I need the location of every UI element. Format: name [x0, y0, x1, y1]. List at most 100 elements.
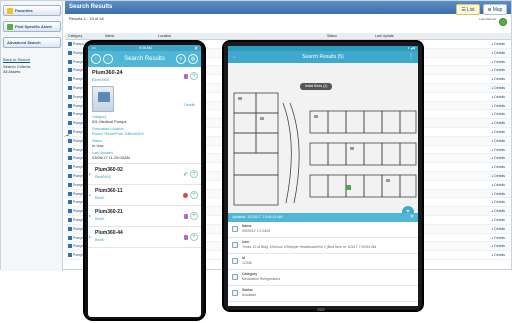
- row-category[interactable]: Pumps: [68, 68, 84, 72]
- list-item[interactable]: ▸ Plum360-11 Bed0 +: [88, 185, 201, 206]
- row-details-link[interactable]: Details: [491, 200, 505, 204]
- row-category[interactable]: Pumps: [68, 165, 84, 169]
- expand-icon: ▸: [89, 171, 92, 176]
- field-value-location[interactable]: Room Three/Pole 3/Bed0404: [92, 131, 197, 136]
- star-icon: [7, 7, 13, 14]
- row-category[interactable]: Pumps: [68, 200, 84, 204]
- row-category[interactable]: Pumps: [68, 236, 84, 240]
- menu-icon[interactable]: ⋮: [408, 53, 414, 60]
- back-to-search-link[interactable]: Back to Search: [3, 57, 61, 62]
- row-details-link[interactable]: Details: [491, 183, 505, 187]
- col-name[interactable]: Name: [105, 34, 114, 38]
- row-category[interactable]: Pumps: [68, 192, 84, 196]
- tab-list[interactable]: ☰ List: [456, 4, 480, 15]
- advanced-search-button[interactable]: Advanced Search: [3, 37, 61, 48]
- selected-asset-card[interactable]: Plum360-24 Bbm0904 + Details Category ID…: [88, 67, 201, 164]
- row-details-link[interactable]: Details: [491, 42, 505, 46]
- row-category[interactable]: Pumps: [68, 77, 84, 81]
- add-icon[interactable]: +: [190, 72, 198, 80]
- row-details-link[interactable]: Details: [491, 209, 505, 213]
- row-category[interactable]: Pumps: [68, 130, 84, 134]
- row-category[interactable]: Pumps: [68, 60, 84, 64]
- row-details-link[interactable]: Details: [491, 227, 505, 231]
- row-category[interactable]: Pumps: [68, 174, 84, 178]
- col-status[interactable]: Status: [327, 34, 337, 38]
- row-details-link[interactable]: Details: [491, 156, 505, 160]
- row-category[interactable]: Pumps: [68, 42, 84, 46]
- find-specific-asset-button[interactable]: Find Specific Asset: [3, 21, 61, 32]
- close-icon[interactable]: ✕: [410, 213, 414, 222]
- row-category[interactable]: Pumps: [68, 104, 84, 108]
- row-details-link[interactable]: Details: [491, 253, 505, 257]
- row-category[interactable]: Pumps: [68, 244, 84, 248]
- row-details-link[interactable]: Details: [491, 51, 505, 55]
- row-category[interactable]: Pumps: [68, 253, 84, 257]
- row-details-link[interactable]: Details: [491, 139, 505, 143]
- row-category[interactable]: Pumps: [68, 218, 84, 222]
- row-details-link[interactable]: Details: [491, 95, 505, 99]
- row-details-link[interactable]: Details: [491, 165, 505, 169]
- row-details-link[interactable]: Details: [491, 86, 505, 90]
- row-category[interactable]: Pumps: [68, 95, 84, 99]
- floor-plan-map[interactable]: Initial Beds (2) ⌖: [228, 63, 418, 213]
- tab-map[interactable]: ⊕ Map: [483, 4, 507, 15]
- row-category[interactable]: Pumps: [68, 51, 84, 55]
- tablet-home-button[interactable]: [317, 308, 325, 311]
- details-link[interactable]: Details: [184, 103, 195, 107]
- row-details-link[interactable]: Details: [491, 218, 505, 222]
- pump-image: [92, 86, 114, 112]
- phone-time: 9:36 AM: [138, 46, 152, 50]
- page-title: Search Results: [65, 1, 511, 14]
- row-details-link[interactable]: Details: [491, 77, 505, 81]
- col-last-update[interactable]: Last Update: [375, 34, 394, 38]
- forward-icon[interactable]: ›: [103, 54, 113, 64]
- add-icon[interactable]: +: [190, 233, 198, 241]
- col-category[interactable]: Category: [68, 34, 82, 38]
- back-icon[interactable]: ‹: [91, 54, 101, 64]
- row-category[interactable]: Pumps: [68, 121, 84, 125]
- back-arrow-icon[interactable]: ←: [232, 54, 237, 60]
- row-category[interactable]: Pumps: [68, 209, 84, 213]
- row-details-link[interactable]: Details: [491, 244, 505, 248]
- map-globe-icon[interactable]: ◍: [188, 54, 198, 64]
- row-details-link[interactable]: Details: [491, 130, 505, 134]
- col-location[interactable]: Location: [158, 34, 171, 38]
- row-details-link[interactable]: Details: [491, 121, 505, 125]
- row-category[interactable]: Pumps: [68, 139, 84, 143]
- row-details-link[interactable]: Details: [491, 60, 505, 64]
- criteria-value: All Assets: [3, 69, 21, 74]
- row-details-link[interactable]: Details: [491, 68, 505, 72]
- lock-icon: [184, 73, 188, 79]
- row-category[interactable]: Pumps: [68, 112, 84, 116]
- list-item-name: Plum360-21: [95, 209, 123, 215]
- filter-icon[interactable]: ≡: [176, 54, 186, 64]
- add-icon[interactable]: +: [190, 191, 198, 199]
- list-item[interactable]: ▸ Plum360-44 Bed0 +: [88, 227, 201, 248]
- row-category[interactable]: Pumps: [68, 227, 84, 231]
- row-details-link[interactable]: Details: [491, 104, 505, 108]
- asset-marker[interactable]: [346, 185, 351, 190]
- row-category[interactable]: Pumps: [68, 156, 84, 160]
- info-value: Available: [242, 293, 257, 297]
- row-details-link[interactable]: Details: [491, 112, 505, 116]
- row-category[interactable]: Pumps: [68, 148, 84, 152]
- add-icon[interactable]: +: [190, 170, 198, 178]
- list-item[interactable]: ▸ Plum360-02 Bed0402 ✓ +: [88, 164, 201, 185]
- row-details-link[interactable]: Details: [491, 192, 505, 196]
- beds-filter-pill[interactable]: Initial Beds (2): [300, 83, 333, 90]
- row-details-link[interactable]: Details: [491, 236, 505, 240]
- list-item-name: Plum360-02: [95, 167, 123, 173]
- locate-fab-icon[interactable]: ⌖: [402, 206, 414, 213]
- last-refresh-label: Last Refresh:: [479, 17, 497, 21]
- favorites-button[interactable]: Favorites: [3, 5, 61, 16]
- row-category[interactable]: Pumps: [68, 183, 84, 187]
- row-category[interactable]: Pumps: [68, 86, 84, 90]
- row-details-link[interactable]: Details: [491, 174, 505, 178]
- refresh-icon[interactable]: [499, 18, 507, 26]
- list-item[interactable]: ▸ Plum360-21 Bed0 +: [88, 206, 201, 227]
- add-icon[interactable]: +: [190, 212, 198, 220]
- view-tabs: ☰ List ⊕ Map: [456, 4, 507, 15]
- tablet-header-title: Search Results (5): [302, 54, 344, 60]
- asset-info-panel: Name INS0012 1.0 0403 Icon Times 10 of B…: [228, 222, 418, 302]
- row-details-link[interactable]: Details: [491, 148, 505, 152]
